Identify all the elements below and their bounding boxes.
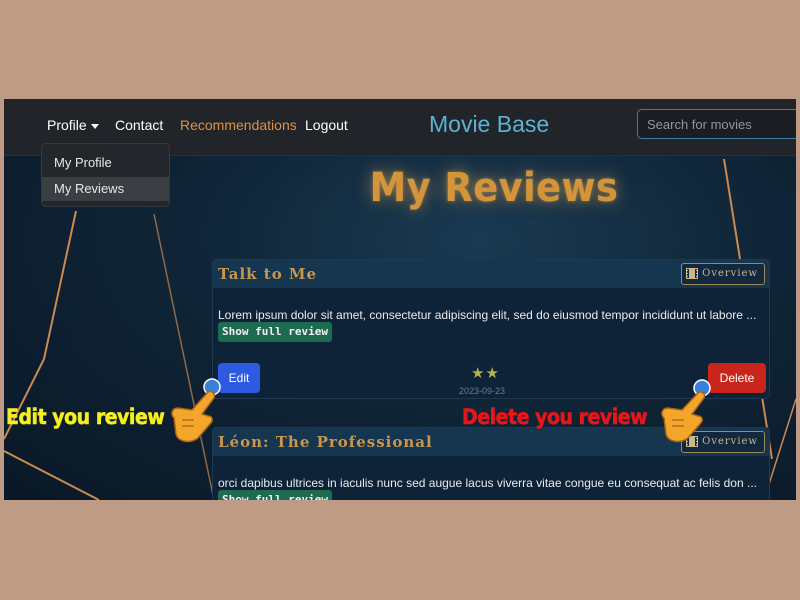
delete-review-button[interactable]: Delete: [708, 363, 766, 393]
brand-title[interactable]: Movie Base: [429, 111, 549, 138]
profile-dropdown-menu: My Profile My Reviews: [41, 143, 170, 207]
nav-profile-dropdown[interactable]: Profile: [47, 117, 99, 133]
caret-down-icon: [90, 123, 99, 129]
film-icon: [686, 268, 699, 279]
dropdown-item-my-profile[interactable]: My Profile: [42, 151, 169, 175]
search-input[interactable]: [637, 109, 796, 139]
nav-recommendations[interactable]: Recommendations: [180, 117, 297, 133]
page-title: My Reviews: [369, 165, 619, 211]
rating-stars: ★★: [471, 365, 500, 382]
pointing-hand-icon: [661, 379, 711, 443]
dropdown-item-my-reviews[interactable]: My Reviews: [42, 177, 169, 201]
show-full-review-button[interactable]: Show full review: [218, 490, 332, 500]
review-date: 2023-09-23: [459, 386, 506, 396]
edit-review-callout: Edit you review: [6, 405, 165, 430]
review-movie-title: Talk to Me: [218, 265, 318, 283]
nav-logout[interactable]: Logout: [305, 117, 348, 133]
pointing-hand-icon: [171, 378, 221, 443]
review-card-header: Talk to Me Overview: [213, 260, 769, 288]
nav-profile-label: Profile: [47, 117, 87, 133]
overview-label: Overview: [702, 268, 758, 279]
overview-button[interactable]: Overview: [681, 263, 765, 285]
review-movie-title: Léon: The Professional: [218, 433, 433, 451]
review-excerpt: orci dapibus ultrices in iaculis nunc se…: [218, 476, 757, 490]
delete-review-callout: Delete you review: [462, 405, 648, 430]
nav-contact[interactable]: Contact: [115, 117, 163, 133]
show-full-review-button[interactable]: Show full review: [218, 322, 332, 342]
review-excerpt: Lorem ipsum dolor sit amet, consectetur …: [218, 308, 757, 322]
